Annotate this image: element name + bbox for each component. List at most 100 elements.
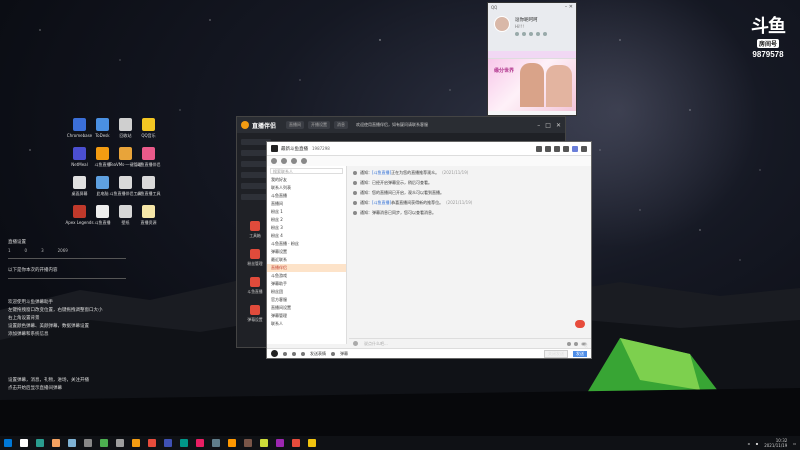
avatar[interactable] bbox=[271, 350, 278, 357]
file-icon[interactable] bbox=[281, 158, 287, 164]
tab[interactable]: 直播间 bbox=[286, 121, 305, 129]
tree-item[interactable]: 斗鱼游戏 bbox=[267, 272, 346, 280]
announce-icon[interactable] bbox=[271, 158, 277, 164]
message-input[interactable]: 说点什么吧... bbox=[364, 341, 388, 347]
tree-item[interactable]: 粉丝 4 bbox=[267, 232, 346, 240]
desktop-icon[interactable]: 斗鱼直播 bbox=[91, 205, 114, 226]
taskbar-app-icon[interactable] bbox=[148, 439, 156, 447]
mic-icon[interactable] bbox=[283, 351, 287, 356]
window-controls[interactable]: – ✕ bbox=[565, 4, 573, 10]
close-send-button[interactable]: 关闭发送 bbox=[544, 349, 568, 358]
notification-badge-icon[interactable] bbox=[575, 320, 585, 328]
desktop-icon[interactable]: Chromebase bbox=[67, 118, 92, 139]
desktop-icon[interactable]: 壁纸 bbox=[114, 205, 137, 226]
desktop-icon[interactable]: 直播资源 bbox=[137, 205, 160, 226]
taskbar-app-icon[interactable] bbox=[20, 439, 28, 447]
ad-banner[interactable]: 缘分世界 bbox=[488, 59, 576, 111]
avatar[interactable] bbox=[494, 16, 510, 32]
volume-icon[interactable]: ◂ bbox=[747, 441, 749, 446]
at-icon[interactable] bbox=[567, 341, 571, 346]
taskbar-app-icon[interactable] bbox=[276, 439, 284, 447]
desktop-icon[interactable]: TeaVMs-一键管理 bbox=[109, 147, 142, 168]
image-icon[interactable] bbox=[574, 341, 578, 346]
tool-item[interactable]: 弹幕设置 bbox=[241, 305, 269, 323]
tree-item[interactable]: 我的好友 bbox=[267, 176, 346, 184]
taskbar-app-icon[interactable] bbox=[292, 439, 300, 447]
group-chat-window[interactable]: 最新斗鱼直播 1987298 搜索联系人 我的好友 联系人列表 斗鱼直播 直播间… bbox=[266, 141, 592, 359]
taskbar-app-icon[interactable] bbox=[36, 439, 44, 447]
minimize-icon[interactable]: – bbox=[537, 122, 540, 129]
desktop-icon[interactable]: 回收站 bbox=[114, 118, 137, 139]
desktop-icon[interactable]: NetMeal bbox=[68, 147, 91, 168]
app-icon[interactable] bbox=[563, 145, 569, 152]
screen-share-icon[interactable] bbox=[554, 145, 560, 152]
tree-item[interactable]: 弹幕管理 bbox=[267, 312, 346, 320]
tree-item[interactable]: 官方客服 bbox=[267, 296, 346, 304]
message-link[interactable]: [斗鱼直播] bbox=[372, 168, 391, 178]
desktop-icon[interactable]: ToDesk bbox=[91, 118, 114, 139]
tree-item-selected[interactable]: 直播伴侣 bbox=[267, 264, 346, 272]
tool-item[interactable]: 粉丝管理 bbox=[241, 249, 269, 267]
taskbar-app-icon[interactable] bbox=[84, 439, 92, 447]
emoji-icon[interactable] bbox=[353, 341, 358, 346]
toolbar-label[interactable]: 弹幕 bbox=[340, 351, 348, 357]
send-button[interactable]: 发送 bbox=[573, 350, 587, 357]
tree-item[interactable]: 弹幕助手 bbox=[267, 280, 346, 288]
tree-item[interactable]: 弹幕设置 bbox=[267, 248, 346, 256]
tab[interactable]: 消息 bbox=[334, 121, 349, 129]
gift-icon[interactable] bbox=[331, 351, 335, 356]
desktop-icon[interactable]: 斗鱼直播伴侣 bbox=[137, 147, 161, 168]
taskbar-app-icon[interactable] bbox=[196, 439, 204, 447]
desktop-icon[interactable]: QQ音乐 bbox=[137, 118, 160, 139]
tree-item[interactable]: 粉丝 2 bbox=[267, 216, 346, 224]
emoji-icon[interactable] bbox=[301, 351, 305, 356]
notification-icon[interactable]: ▫ bbox=[793, 441, 796, 446]
more-icon[interactable] bbox=[581, 145, 587, 152]
search-input[interactable]: 搜索联系人 bbox=[270, 168, 343, 174]
tree-item[interactable]: 斗鱼直播 · 粉丝 bbox=[267, 240, 346, 248]
tree-item[interactable]: 联系人列表 bbox=[267, 184, 346, 192]
taskbar-app-icon[interactable] bbox=[52, 439, 60, 447]
tree-item[interactable]: 联系人 bbox=[267, 320, 346, 328]
tab[interactable]: 开播设置 bbox=[308, 121, 331, 129]
taskbar-app-icon[interactable] bbox=[212, 439, 220, 447]
tree-item[interactable]: 直播间设置 bbox=[267, 304, 346, 312]
taskbar-app-icon[interactable] bbox=[132, 439, 140, 447]
video-icon[interactable] bbox=[545, 145, 551, 152]
start-icon[interactable] bbox=[4, 439, 12, 447]
taskbar-app-icon[interactable] bbox=[244, 439, 252, 447]
tree-item[interactable]: 粉丝 1 bbox=[267, 208, 346, 216]
album-icon[interactable] bbox=[291, 158, 297, 164]
desktop-icon[interactable]: 斗鱼直播工具 bbox=[137, 176, 161, 197]
taskbar-app-icon[interactable] bbox=[164, 439, 172, 447]
taskbar-app-icon[interactable] bbox=[116, 439, 124, 447]
desktop-icon[interactable]: 桌面屏幕 bbox=[68, 176, 91, 197]
taskbar-app-icon[interactable] bbox=[308, 439, 316, 447]
message-link[interactable]: [斗鱼直播] bbox=[372, 198, 391, 208]
settings-icon[interactable] bbox=[301, 158, 307, 164]
tree-item[interactable]: 斗鱼直播 bbox=[267, 192, 346, 200]
clock[interactable]: 10:32 2021/11/19 bbox=[764, 438, 787, 448]
tree-item[interactable]: 最近联系 bbox=[267, 256, 346, 264]
tree-item[interactable]: 粉丝团 bbox=[267, 288, 346, 296]
desktop-icon[interactable]: Apex Legends bbox=[65, 205, 94, 226]
maximize-icon[interactable]: □ bbox=[545, 122, 551, 129]
tree-item[interactable]: 直播间 bbox=[267, 200, 346, 208]
network-icon[interactable]: ▪ bbox=[756, 441, 759, 446]
desktop-icon[interactable]: 斗鱼直播伴侣工具 bbox=[110, 176, 142, 197]
chat-app-window[interactable]: QQ – ✕ 逗你呢呵呵 Hi!!! 缘分世界 bbox=[487, 2, 577, 116]
close-icon[interactable]: ✕ bbox=[556, 122, 561, 129]
phone-icon[interactable] bbox=[536, 145, 542, 152]
tool-item[interactable]: 斗鱼直播 bbox=[241, 277, 269, 295]
sound-icon[interactable] bbox=[292, 351, 296, 356]
taskbar-app-icon[interactable] bbox=[68, 439, 76, 447]
taskbar-app-icon[interactable] bbox=[260, 439, 268, 447]
send-button[interactable]: 发送 bbox=[581, 341, 588, 354]
member-icon[interactable] bbox=[572, 145, 578, 152]
tool-item[interactable]: 工具箱 bbox=[241, 221, 269, 239]
taskbar-app-icon[interactable] bbox=[100, 439, 108, 447]
toolbar-label[interactable]: 发送表情 bbox=[310, 351, 326, 357]
taskbar-app-icon[interactable] bbox=[180, 439, 188, 447]
tree-item[interactable]: 粉丝 3 bbox=[267, 224, 346, 232]
taskbar-app-icon[interactable] bbox=[228, 439, 236, 447]
